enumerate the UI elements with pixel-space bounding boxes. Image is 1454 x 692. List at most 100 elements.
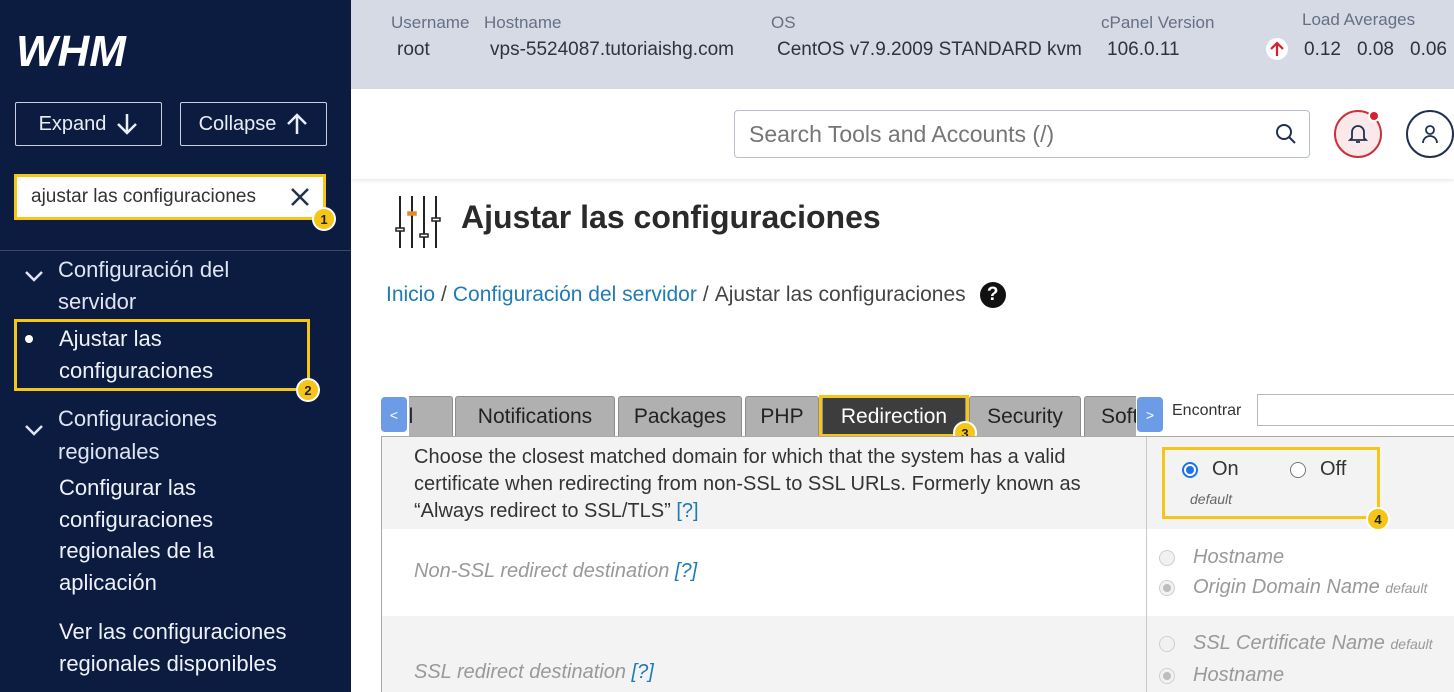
radio-on-label: On — [1212, 458, 1239, 480]
radio-label: Hostname — [1193, 546, 1285, 568]
tools-search — [734, 110, 1310, 158]
expand-button[interactable]: Expand — [15, 102, 162, 146]
tab-packages[interactable]: Packages — [618, 396, 742, 436]
default-tag: default — [1190, 491, 1233, 507]
tab-mail[interactable]: Mail — [409, 396, 453, 436]
default-tag: default — [1390, 636, 1433, 652]
ssl-help-link[interactable]: [?] — [632, 661, 654, 683]
load-15: 0.06 — [1410, 39, 1447, 60]
cpanel-version-label: cPanel Version — [1101, 13, 1215, 32]
hostname-value: vps-5524087.tutoriaishg.com — [490, 39, 734, 60]
radio-label: SSL Certificate Name default — [1193, 632, 1433, 654]
sidebar-item-label: Ver las configuraciones — [59, 619, 287, 644]
radio-label: Origin Domain Name default — [1193, 576, 1428, 598]
chevron-down-icon — [25, 425, 43, 436]
radio-on[interactable]: On — [1182, 458, 1239, 481]
load-5: 0.08 — [1357, 39, 1394, 60]
step-badge-4: 4 — [1366, 507, 1390, 531]
breadcrumb-current: Ajustar las configuraciones — [714, 283, 966, 306]
tab-software[interactable]: Software — [1084, 396, 1136, 436]
tabs-next-button[interactable]: > — [1137, 397, 1163, 432]
nav-group-server-config[interactable]: Configuración del servidor — [24, 254, 229, 318]
breadcrumb-section-link[interactable]: Configuración del servidor — [453, 283, 697, 307]
radio-ssl-hostname-disabled[interactable]: Hostname — [1159, 664, 1284, 687]
chevron-down-icon — [25, 271, 43, 282]
tabs-prev-button[interactable]: < — [381, 397, 407, 432]
ssl-destination-label: SSL redirect destination [?] — [414, 661, 654, 684]
sidebar-item-label: configuraciones — [59, 506, 214, 532]
breadcrumb-separator: / — [702, 283, 709, 306]
nonssl-help-link[interactable]: [?] — [675, 560, 697, 582]
username-label: Username — [391, 13, 470, 32]
expand-label: Expand — [38, 112, 107, 135]
sidebar: WHM Expand Collapse 1 Configuración del … — [0, 0, 351, 692]
arrow-up-icon — [287, 113, 308, 134]
sidebar-divider — [0, 250, 351, 251]
nav-group-label: Configuraciones — [58, 406, 217, 431]
nav-group-label: servidor — [58, 289, 137, 314]
sidebar-item-view-locales[interactable]: Ver las configuraciones regionales dispo… — [59, 616, 286, 679]
radio-input[interactable] — [1159, 579, 1175, 596]
clear-search-icon[interactable] — [287, 184, 313, 210]
find-input[interactable] — [1257, 394, 1454, 426]
load-averages-label: Load Averages — [1302, 10, 1416, 29]
breadcrumb-home-link[interactable]: Inicio — [386, 283, 435, 307]
search-icon[interactable] — [1275, 123, 1297, 145]
help-icon[interactable]: ? — [979, 282, 1006, 308]
os-value: CentOS v7.9.2009 STANDARD kvm — [777, 39, 1082, 60]
tab-security[interactable]: Security — [969, 396, 1081, 436]
sidebar-item-label: Ajustar las — [59, 326, 162, 351]
whm-logo[interactable]: WHM — [16, 27, 158, 76]
tab-php[interactable]: PHP — [745, 396, 819, 436]
sidebar-item-tweak-settings[interactable]: Ajustar las configuraciones — [59, 323, 213, 386]
sidebar-search-input[interactable] — [29, 185, 287, 209]
radio-input[interactable] — [1159, 635, 1175, 652]
tab-notifications[interactable]: Notifications — [455, 396, 615, 436]
breadcrumb: Inicio / Configuración del servidor / Aj… — [386, 282, 1006, 308]
load-1: 0.12 — [1304, 39, 1341, 60]
sidebar-search — [14, 174, 326, 220]
sidebar-item-label: regionales disponibles — [59, 650, 277, 676]
username-value: root — [397, 39, 430, 60]
radio-input[interactable] — [1159, 667, 1175, 684]
tools-search-input[interactable] — [747, 119, 1275, 149]
setting-help-link[interactable]: [?] — [676, 500, 698, 522]
find-label: Encontrar — [1172, 402, 1242, 419]
step-badge-1: 1 — [312, 207, 336, 231]
step-badge-2: 2 — [296, 378, 320, 402]
radio-off-label: Off — [1320, 458, 1347, 480]
nonssl-destination-label: Non-SSL redirect destination [?] — [414, 560, 697, 583]
active-bullet — [25, 335, 33, 343]
radio-on-input[interactable] — [1182, 461, 1198, 478]
cpanel-version-value: 106.0.11 — [1107, 39, 1180, 60]
sidebar-item-label: aplicación — [59, 569, 157, 595]
sidebar-item-configure-locales[interactable]: Configurar las configuraciones regionale… — [59, 472, 214, 598]
bell-icon — [1348, 125, 1368, 143]
column-divider — [1146, 437, 1147, 692]
page-title: Ajustar las configuraciones — [461, 199, 881, 235]
nonssl-destination-text: Non-SSL redirect destination — [414, 560, 670, 582]
load-up-icon — [1266, 38, 1288, 60]
hostname-label: Hostname — [484, 13, 562, 32]
active-tab-highlight — [819, 395, 969, 437]
radio-input[interactable] — [1159, 549, 1175, 566]
radio-hostname-disabled[interactable]: Hostname — [1159, 546, 1284, 569]
nav-group-label: regionales — [58, 439, 160, 464]
radio-ssl-cert-name-disabled[interactable]: SSL Certificate Name default — [1159, 632, 1433, 655]
radio-off-input[interactable] — [1290, 461, 1306, 478]
user-menu-button[interactable] — [1406, 110, 1454, 158]
ssl-destination-text: SSL redirect destination — [414, 661, 626, 683]
nav-group-regional[interactable]: Configuraciones regionales — [24, 402, 217, 468]
sidebar-item-label: Configurar las — [59, 475, 196, 500]
collapse-button[interactable]: Collapse — [180, 102, 327, 146]
setting-description-text: Choose the closest matched domain for wh… — [414, 446, 1081, 522]
radio-off[interactable]: Off — [1290, 458, 1346, 481]
nav-group-label: Configuración del — [58, 257, 230, 282]
sidebar-item-label: configuraciones — [59, 357, 214, 383]
sidebar-item-label: regionales de la — [59, 538, 215, 563]
tweak-settings-icon — [394, 194, 442, 255]
default-tag: default — [1385, 580, 1428, 596]
notification-dot — [1368, 110, 1380, 122]
svg-text:WHM: WHM — [16, 28, 127, 70]
radio-origin-domain-disabled[interactable]: Origin Domain Name default — [1159, 576, 1427, 599]
